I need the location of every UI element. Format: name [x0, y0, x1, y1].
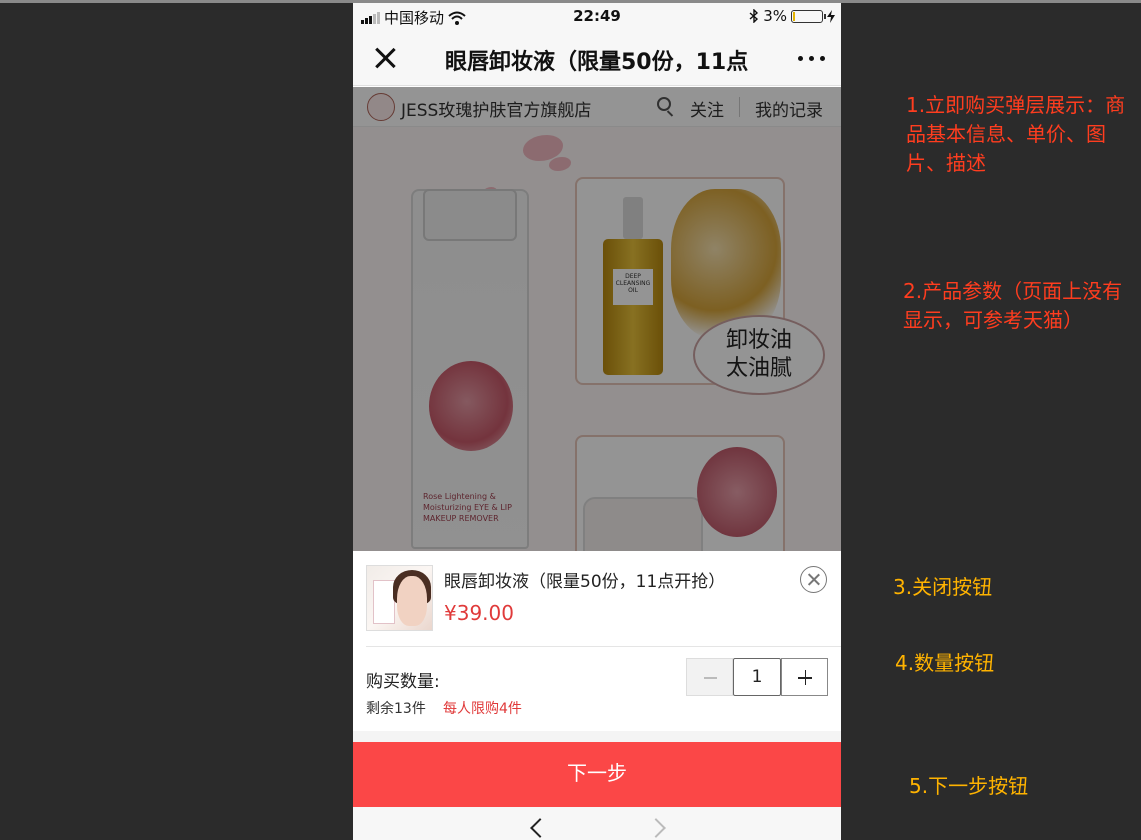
divider	[366, 646, 841, 647]
next-step-button[interactable]: 下一步	[353, 742, 841, 807]
spacer	[353, 731, 841, 742]
close-icon[interactable]	[371, 44, 399, 72]
purchase-limit-text: 每人限购4件	[443, 701, 522, 717]
annotation-3: 3.关闭按钮	[893, 575, 993, 599]
quantity-input[interactable]: 1	[733, 658, 781, 696]
close-icon[interactable]	[800, 566, 827, 593]
product-price: ¥39.00	[444, 601, 514, 625]
annotation-2: 2.产品参数（页面上没有显示，可参考天猫）	[903, 279, 1123, 332]
modal-backdrop[interactable]	[353, 87, 841, 557]
bluetooth-icon	[749, 9, 759, 23]
back-arrow-icon[interactable]	[530, 818, 550, 838]
increase-button[interactable]	[781, 658, 828, 696]
phone-screen: 中国移动 22:49 3% 眼唇卸妆液（限量50份，11点 JESS玫瑰护肤官方…	[353, 3, 841, 840]
charging-icon	[827, 9, 835, 23]
annotation-5: 5.下一步按钮	[909, 774, 1029, 798]
page-title: 眼唇卸妆液（限量50份，11点	[445, 50, 749, 75]
purchase-modal: 眼唇卸妆液（限量50份，11点开抢） ¥39.00 购买数量: 剩余13件 每人…	[353, 551, 841, 840]
stock-text: 剩余13件	[366, 701, 426, 717]
status-right: 3%	[749, 7, 835, 25]
more-icon[interactable]	[798, 56, 825, 61]
quantity-label: 购买数量:	[366, 672, 440, 692]
quantity-stepper: 1	[686, 658, 828, 696]
browser-toolbar	[353, 807, 841, 840]
product-title: 眼唇卸妆液（限量50份，11点开抢）	[444, 572, 726, 592]
forward-arrow-icon[interactable]	[646, 818, 666, 838]
decrease-button[interactable]	[686, 658, 733, 696]
product-thumbnail	[366, 565, 433, 631]
status-bar: 中国移动 22:49 3%	[353, 3, 841, 30]
nav-bar: 眼唇卸妆液（限量50份，11点	[353, 30, 841, 86]
product-page: JESS玫瑰护肤官方旗舰店 关注 我的记录 Rose Lightening & …	[353, 87, 841, 557]
battery-percent: 3%	[763, 7, 787, 25]
annotation-1: 1.立即购买弹层展示：商品基本信息、单价、图片、描述	[906, 93, 1126, 175]
battery-icon	[791, 9, 826, 23]
annotation-4: 4.数量按钮	[895, 651, 995, 675]
